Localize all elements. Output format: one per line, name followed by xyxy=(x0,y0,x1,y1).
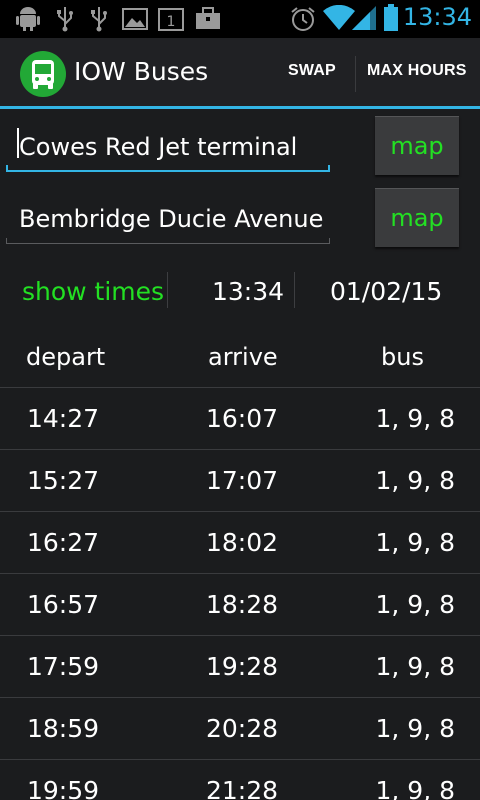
arrive-time: 16:07 xyxy=(206,404,279,433)
swap-button[interactable]: SWAP xyxy=(288,62,336,80)
bus-routes: 1, 9, 8 xyxy=(375,466,455,495)
table-row[interactable]: 16:57 18:28 1, 9, 8 xyxy=(0,573,480,635)
alarm-icon xyxy=(291,7,315,31)
calendar-icon: 1 xyxy=(158,8,184,31)
table-row[interactable]: 18:59 20:28 1, 9, 8 xyxy=(0,697,480,759)
bus-routes: 1, 9, 8 xyxy=(375,528,455,557)
from-map-button[interactable]: map xyxy=(375,116,459,175)
action-bar-divider xyxy=(0,106,480,109)
usb-icon xyxy=(57,7,73,32)
depart-time: 19:59 xyxy=(27,776,100,800)
field-tick-right xyxy=(328,165,330,172)
arrive-time: 18:28 xyxy=(206,590,279,619)
to-stop-value: Bembridge Ducie Avenue xyxy=(19,205,324,233)
table-row[interactable]: 17:59 19:28 1, 9, 8 xyxy=(0,635,480,697)
image-icon xyxy=(122,8,148,30)
to-map-button[interactable]: map xyxy=(375,188,459,247)
from-field-underline xyxy=(6,170,330,172)
depart-time: 17:59 xyxy=(27,652,100,681)
bus-icon[interactable] xyxy=(20,51,66,97)
depart-time: 18:59 xyxy=(27,714,100,743)
depart-time: 16:57 xyxy=(27,590,100,619)
from-stop-value: Cowes Red Jet terminal xyxy=(19,133,298,161)
time-picker[interactable]: 13:34 xyxy=(212,277,284,306)
controls-separator xyxy=(167,272,168,308)
arrive-time: 17:07 xyxy=(206,466,279,495)
app-title: IOW Buses xyxy=(74,57,209,86)
wifi-icon xyxy=(323,5,355,30)
table-row[interactable]: 14:27 16:07 1, 9, 8 xyxy=(0,387,480,449)
briefcase-icon xyxy=(196,7,220,29)
show-times-button[interactable]: show times xyxy=(22,277,164,306)
depart-time: 16:27 xyxy=(27,528,100,557)
android-debug-icon xyxy=(16,7,40,31)
bus-routes: 1, 9, 8 xyxy=(375,652,455,681)
table-row[interactable]: 16:27 18:02 1, 9, 8 xyxy=(0,511,480,573)
arrive-time: 20:28 xyxy=(206,714,279,743)
table-row[interactable]: 19:59 21:28 1, 9, 8 xyxy=(0,759,480,800)
arrive-time: 21:28 xyxy=(206,776,279,800)
calendar-badge: 1 xyxy=(167,14,176,30)
bus-routes: 1, 9, 8 xyxy=(375,776,455,800)
field-tick-right xyxy=(329,238,330,244)
status-time: 13:34 xyxy=(402,3,472,31)
status-bar: 1 13:34 xyxy=(0,0,480,38)
controls-separator xyxy=(294,272,295,308)
max-hours-button[interactable]: MAX HOURS xyxy=(367,62,467,80)
bus-routes: 1, 9, 8 xyxy=(375,590,455,619)
battery-icon xyxy=(384,4,398,31)
bus-routes: 1, 9, 8 xyxy=(375,714,455,743)
table-row[interactable]: 15:27 17:07 1, 9, 8 xyxy=(0,449,480,511)
field-tick-left xyxy=(6,238,7,244)
arrive-time: 19:28 xyxy=(206,652,279,681)
to-field-underline xyxy=(6,243,330,244)
to-stop-field[interactable]: Bembridge Ducie Avenue xyxy=(6,198,330,244)
column-header-bus: bus xyxy=(381,343,424,371)
from-stop-field[interactable]: Cowes Red Jet terminal xyxy=(6,126,330,172)
column-header-arrive: arrive xyxy=(208,343,278,371)
date-picker[interactable]: 01/02/15 xyxy=(330,277,442,306)
arrive-time: 18:02 xyxy=(206,528,279,557)
bus-routes: 1, 9, 8 xyxy=(375,404,455,433)
signal-icon xyxy=(352,6,376,30)
column-header-depart: depart xyxy=(26,343,106,371)
depart-time: 14:27 xyxy=(27,404,100,433)
usb-icon xyxy=(91,7,107,32)
depart-time: 15:27 xyxy=(27,466,100,495)
field-tick-left xyxy=(6,165,8,172)
action-bar-separator xyxy=(355,56,356,92)
